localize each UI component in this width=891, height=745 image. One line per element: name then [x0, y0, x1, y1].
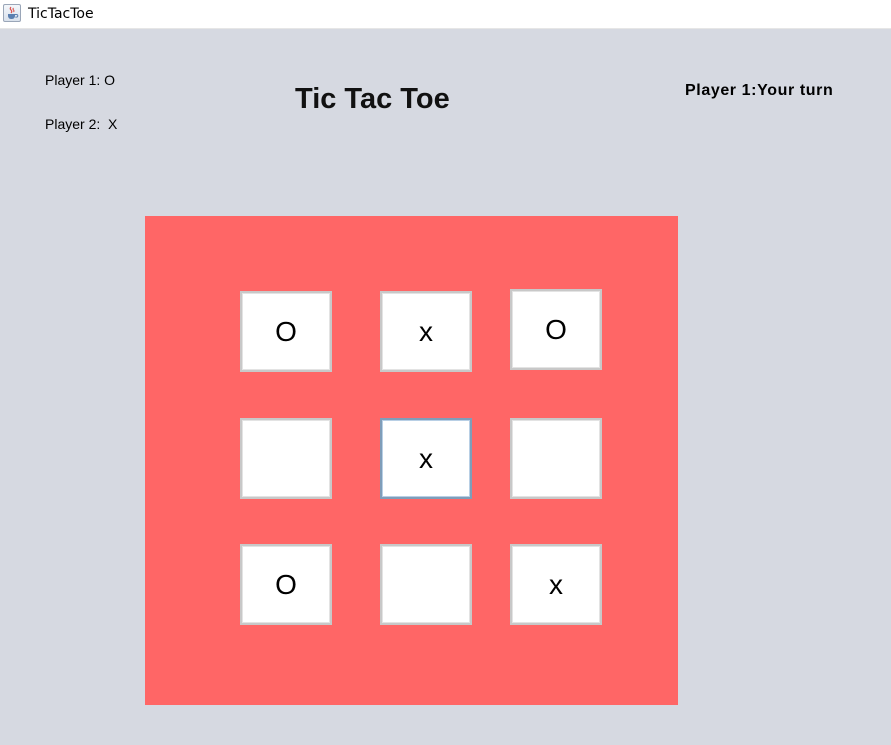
player1-label: Player 1: O	[45, 72, 116, 88]
player2-label: Player 2: X	[45, 116, 118, 132]
window-title: TicTacToe	[28, 6, 94, 22]
cell-1-2[interactable]	[510, 418, 602, 499]
cell-2-2[interactable]: x	[510, 544, 602, 625]
game-panel: Player 1: O Player 2: X Tic Tac Toe Play…	[0, 29, 891, 745]
cell-1-0[interactable]	[240, 418, 332, 499]
game-title: Tic Tac Toe	[295, 83, 450, 115]
cell-2-0[interactable]: O	[240, 544, 332, 625]
app-window: TicTacToe Player 1: O Player 2: X Tic Ta…	[0, 0, 891, 745]
java-cup-icon	[3, 4, 21, 22]
cell-1-1[interactable]: x	[380, 418, 472, 499]
cell-0-1[interactable]: x	[380, 291, 472, 372]
cell-0-0[interactable]: O	[240, 291, 332, 372]
turn-status: Player 1:Your turn	[685, 82, 834, 99]
title-bar: TicTacToe	[0, 0, 891, 29]
cell-2-1[interactable]	[380, 544, 472, 625]
game-board: O x O x O x	[145, 216, 678, 705]
cell-0-2[interactable]: O	[510, 289, 602, 370]
